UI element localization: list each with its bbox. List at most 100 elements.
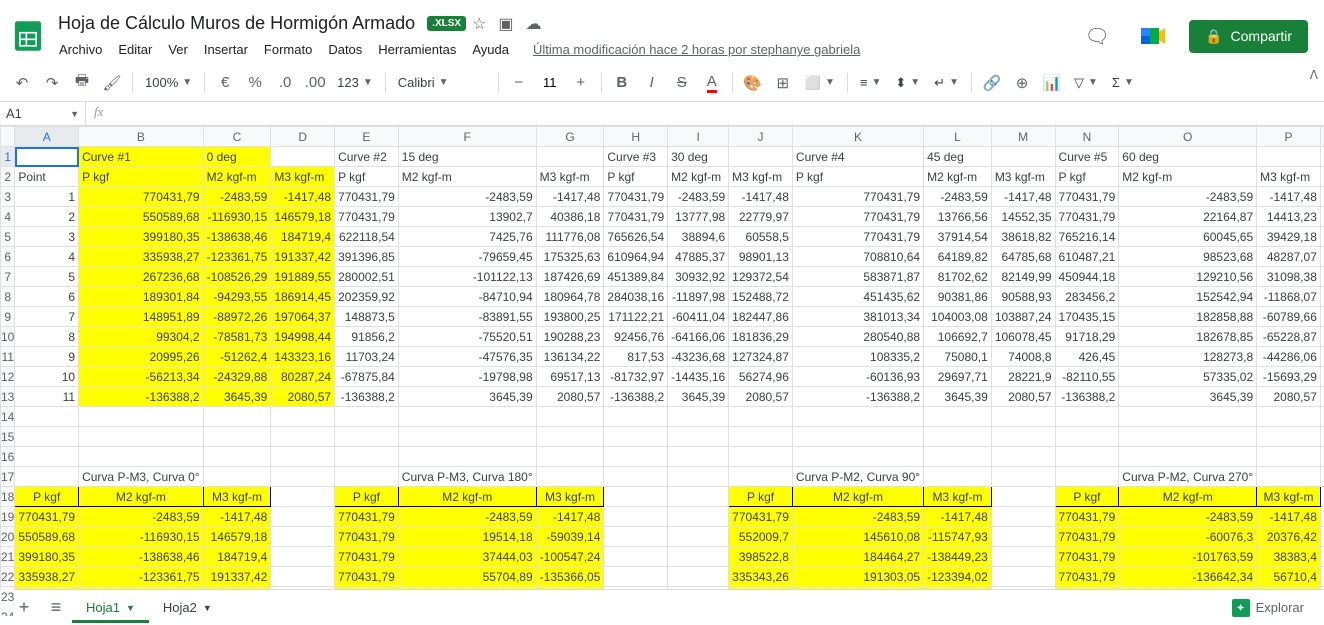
cell-O9[interactable]: 182858,88 [1119,307,1257,327]
cell-J9[interactable]: 182447,86 [729,307,793,327]
cell-K5[interactable]: 770431,79 [792,227,923,247]
cell-M21[interactable] [991,547,1055,567]
row-header-7[interactable]: 7 [1,267,15,287]
cell-H4[interactable]: 770431,79 [604,207,668,227]
cell-H15[interactable] [604,427,668,447]
cell-P10[interactable]: -65228,87 [1257,327,1321,347]
link-icon[interactable]: 🔗 [978,69,1006,97]
cell-P13[interactable]: 2080,57 [1257,387,1321,407]
bold-icon[interactable]: B [608,69,636,97]
cell-G21[interactable]: -100547,24 [536,547,604,567]
cell-G10[interactable]: 190288,23 [536,327,604,347]
comment-icon[interactable]: ⊕ [1008,69,1036,97]
cell-O11[interactable]: 128273,8 [1119,347,1257,367]
cell-M10[interactable]: 106078,45 [991,327,1055,347]
cell-O4[interactable]: 22164,87 [1119,207,1257,227]
cell-I1[interactable]: 30 deg [668,147,729,167]
cell-M2[interactable]: M3 kgf-m [991,167,1055,187]
cell-Q2[interactable]: P kgf [1320,167,1324,187]
cell-P7[interactable]: 31098,38 [1257,267,1321,287]
font-size-minus[interactable]: − [505,69,533,97]
cell-L20[interactable]: -115747,93 [924,527,992,547]
menu-ayuda[interactable]: Ayuda [465,38,516,61]
text-color-icon[interactable]: A [698,69,726,97]
cell-P17[interactable] [1257,467,1321,487]
cell-N7[interactable]: 450944,18 [1055,267,1119,287]
cell-I18[interactable] [668,487,729,507]
cell-F2[interactable]: M2 kgf-m [398,167,536,187]
cell-O5[interactable]: 60045,65 [1119,227,1257,247]
cell-C16[interactable] [203,447,271,467]
row-header-16[interactable]: 16 [1,447,15,467]
cell-J6[interactable]: 98901,13 [729,247,793,267]
cell-H2[interactable]: P kgf [604,167,668,187]
cell-P12[interactable]: -15693,29 [1257,367,1321,387]
cell-F7[interactable]: -101122,13 [398,267,536,287]
cell-M7[interactable]: 82149,99 [991,267,1055,287]
cell-C4[interactable]: -116930,15 [203,207,271,227]
cell-I17[interactable] [668,467,729,487]
cell-P15[interactable] [1257,427,1321,447]
cell-E8[interactable]: 202359,92 [335,287,399,307]
cell-D9[interactable]: 197064,37 [271,307,335,327]
cell-H20[interactable] [604,527,668,547]
cell-J10[interactable]: 181836,29 [729,327,793,347]
cell-D17[interactable] [271,467,335,487]
cell-D21[interactable] [271,547,335,567]
cell-A3[interactable]: 1 [15,187,79,207]
cell-Q18[interactable] [1320,487,1324,507]
cell-A4[interactable]: 2 [15,207,79,227]
cell-B1[interactable]: Curve #1 [79,147,204,167]
halign-select[interactable]: ≡▼ [854,75,888,90]
cell-J12[interactable]: 56274,96 [729,367,793,387]
cell-E20[interactable]: 770431,79 [335,527,399,547]
cell-B11[interactable]: 20995,26 [79,347,204,367]
cell-Q16[interactable] [1320,447,1324,467]
col-header-L[interactable]: L [924,127,992,147]
cell-E4[interactable]: 770431,79 [335,207,399,227]
cell-K9[interactable]: 381013,34 [792,307,923,327]
cell-N19[interactable]: 770431,79 [1055,507,1119,527]
row-header-3[interactable]: 3 [1,187,15,207]
cell-K11[interactable]: 108335,2 [792,347,923,367]
row-header-24[interactable]: 24 [1,607,15,617]
cell-F1[interactable]: 15 deg [398,147,536,167]
cell-I7[interactable]: 30932,92 [668,267,729,287]
cell-J14[interactable] [729,407,793,427]
cell-D2[interactable]: M3 kgf-m [271,167,335,187]
formula-bar[interactable] [111,102,1324,125]
col-header-J[interactable]: J [729,127,793,147]
cell-A10[interactable]: 8 [15,327,79,347]
cell-D15[interactable] [271,427,335,447]
cell-I12[interactable]: -14435,16 [668,367,729,387]
cell-L15[interactable] [924,427,992,447]
cell-E19[interactable]: 770431,79 [335,507,399,527]
cell-E12[interactable]: -67875,84 [335,367,399,387]
cell-O12[interactable]: 57335,02 [1119,367,1257,387]
cell-N14[interactable] [1055,407,1119,427]
cell-J15[interactable] [729,427,793,447]
cell-H7[interactable]: 451389,84 [604,267,668,287]
cell-H5[interactable]: 765626,54 [604,227,668,247]
cell-E9[interactable]: 148873,5 [335,307,399,327]
cell-O19[interactable]: -2483,59 [1119,507,1257,527]
cell-N6[interactable]: 610487,21 [1055,247,1119,267]
cell-H21[interactable] [604,547,668,567]
cell-Q13[interactable]: -136388,2 [1320,387,1324,407]
cell-B4[interactable]: 550589,68 [79,207,204,227]
cell-I11[interactable]: -43236,68 [668,347,729,367]
cell-C9[interactable]: -88972,26 [203,307,271,327]
cell-I8[interactable]: -11897,98 [668,287,729,307]
cell-F15[interactable] [398,427,536,447]
cell-F6[interactable]: -79659,45 [398,247,536,267]
cell-J2[interactable]: M3 kgf-m [729,167,793,187]
paint-format-icon[interactable]: 🖌 [98,69,126,97]
decrease-decimal-icon[interactable]: .0 [271,69,299,97]
cell-H13[interactable]: -136388,2 [604,387,668,407]
collapse-toolbar-icon[interactable]: ᐱ [1310,68,1318,82]
cell-I13[interactable]: 3645,39 [668,387,729,407]
undo-icon[interactable]: ↶ [8,69,36,97]
cell-G14[interactable] [536,407,604,427]
cell-O7[interactable]: 129210,56 [1119,267,1257,287]
cell-L4[interactable]: 13766,56 [924,207,992,227]
